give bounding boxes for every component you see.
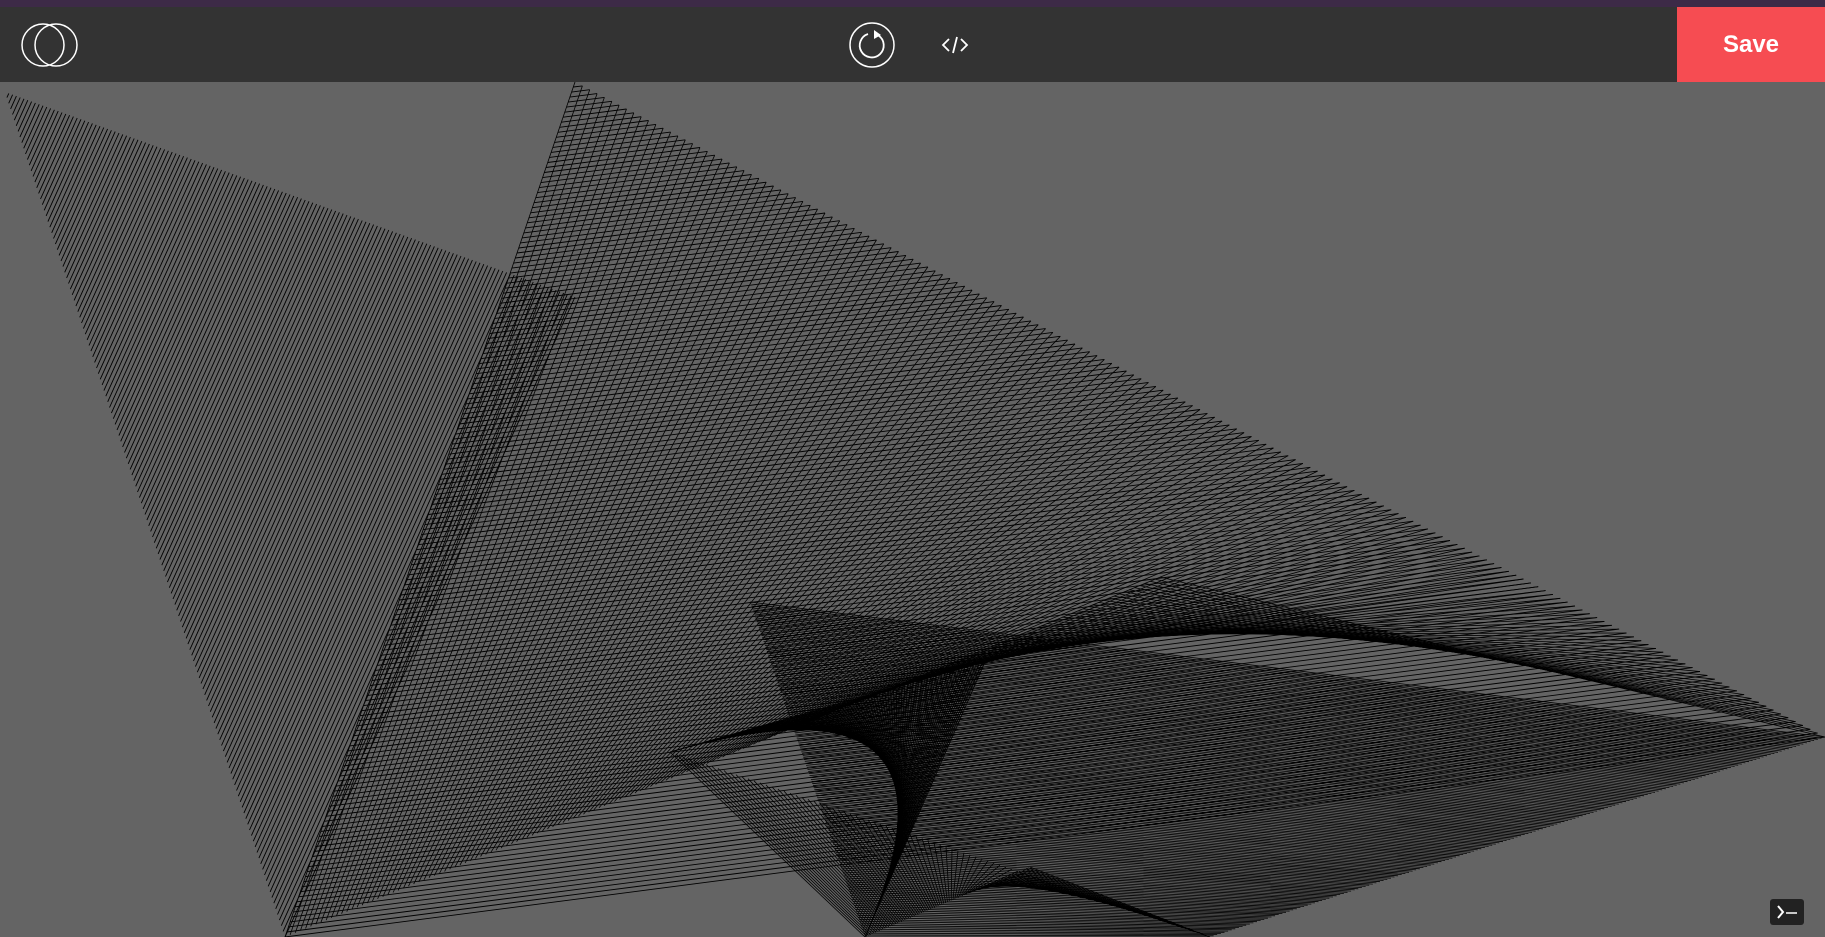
view-code-button[interactable]: [940, 31, 970, 59]
reload-button[interactable]: [848, 21, 896, 69]
overlapping-circles-logo-icon[interactable]: [21, 19, 79, 71]
generative-art-canvas[interactable]: [0, 82, 1825, 937]
string-art-drawing: [6, 82, 1825, 937]
toolbar: Save: [0, 7, 1825, 82]
terminal-prompt-icon: [1777, 905, 1797, 919]
string-art-lines: [6, 82, 1825, 937]
code-brackets-icon: [941, 36, 969, 54]
top-accent-stripe: [0, 0, 1825, 7]
console-toggle-button[interactable]: [1770, 899, 1804, 925]
save-button[interactable]: Save: [1677, 7, 1825, 82]
reload-icon: [849, 22, 895, 68]
